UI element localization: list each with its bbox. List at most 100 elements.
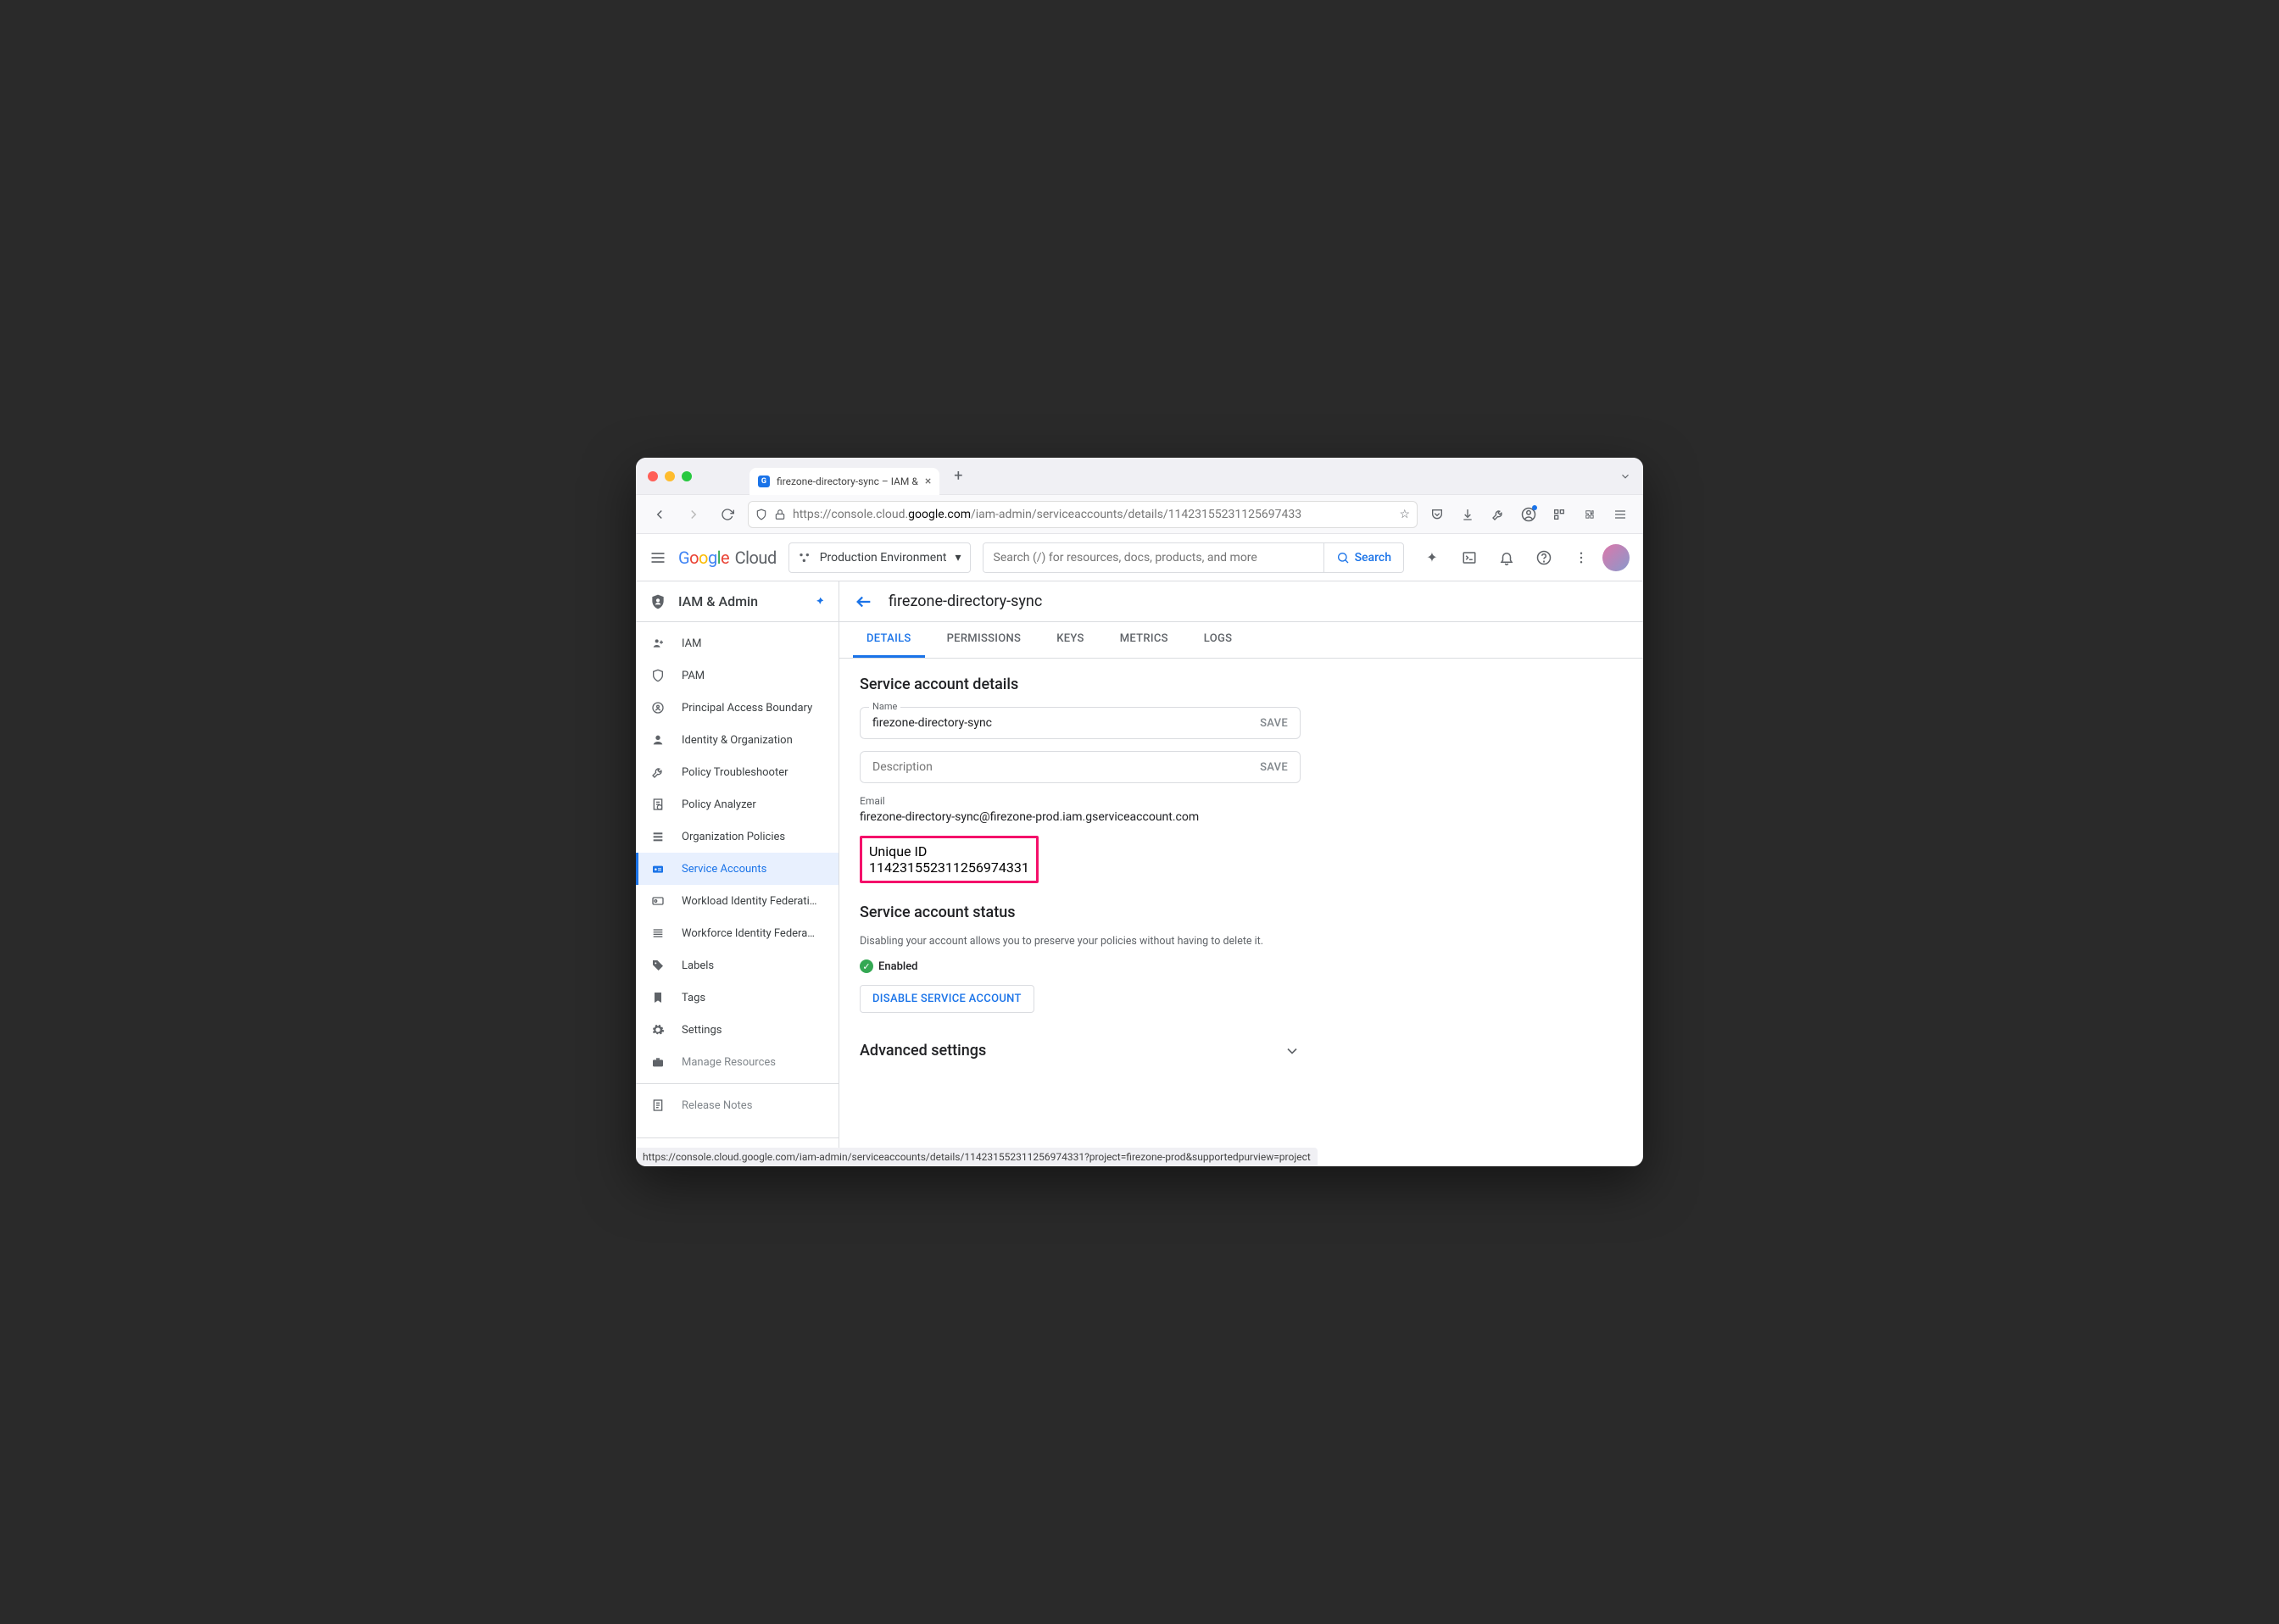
boundary-icon	[649, 701, 666, 715]
sidebar-header[interactable]: IAM & Admin	[636, 581, 839, 622]
status-description: Disabling your account allows you to pre…	[860, 935, 1623, 948]
pocket-icon[interactable]	[1424, 502, 1450, 527]
check-icon: ✓	[860, 959, 873, 973]
workforce-icon	[649, 926, 666, 940]
notes-icon	[649, 1098, 666, 1112]
back-button[interactable]	[646, 501, 673, 528]
sidebar-item-workload-identity[interactable]: Workload Identity Federati…	[636, 885, 839, 917]
sidebar-item-release-notes[interactable]: Release Notes	[636, 1089, 839, 1121]
tab-keys[interactable]: KEYS	[1043, 622, 1097, 658]
tab-title: firezone-directory-sync – IAM &	[777, 476, 918, 487]
back-arrow-icon[interactable]	[855, 592, 873, 611]
cloud-shell-icon[interactable]	[1453, 542, 1485, 574]
email-block: Email firezone-directory-sync@firezone-p…	[860, 795, 1623, 824]
browser-toolbar: https://console.cloud.google.com/iam-adm…	[636, 495, 1643, 534]
bookmark-star-icon[interactable]: ☆	[1399, 508, 1410, 521]
person-add-icon	[649, 637, 666, 650]
close-window-icon[interactable]	[648, 471, 658, 481]
sidebar-item-identity-organization[interactable]: Identity & Organization	[636, 724, 839, 756]
address-bar[interactable]: https://console.cloud.google.com/iam-adm…	[748, 501, 1418, 528]
tag-icon	[649, 959, 666, 972]
devtools-icon[interactable]	[1485, 502, 1511, 527]
more-icon[interactable]	[1565, 542, 1597, 574]
tab-logs[interactable]: LOGS	[1190, 622, 1246, 658]
new-tab-button[interactable]: +	[946, 464, 970, 488]
main-panel: firezone-directory-sync DETAILS PERMISSI…	[839, 581, 1643, 1166]
details-content: Service account details Name SAVE SAVE E…	[839, 659, 1643, 1166]
sidebar-item-labels[interactable]: Labels	[636, 949, 839, 982]
name-field: Name SAVE	[860, 707, 1301, 739]
puzzle-icon[interactable]	[1577, 502, 1602, 527]
unique-id-label: Unique ID	[869, 843, 1029, 859]
enabled-indicator: ✓ Enabled	[860, 959, 1623, 973]
description-input[interactable]	[872, 760, 1260, 774]
search-input[interactable]	[983, 543, 1323, 572]
browser-window: G firezone-directory-sync – IAM & × + ht…	[636, 458, 1643, 1166]
email-value: firezone-directory-sync@firezone-prod.ia…	[860, 810, 1623, 824]
google-cloud-logo[interactable]: Google Cloud	[678, 548, 777, 568]
description-save-button[interactable]: SAVE	[1260, 761, 1288, 774]
sidebar-item-policy-analyzer[interactable]: Policy Analyzer	[636, 788, 839, 820]
tab-close-icon[interactable]: ×	[925, 475, 931, 488]
sidebar-item-service-accounts[interactable]: Service Accounts	[636, 853, 839, 885]
sidebar-item-workforce-identity[interactable]: Workforce Identity Federa…	[636, 917, 839, 949]
tab-permissions[interactable]: PERMISSIONS	[933, 622, 1035, 658]
bookmark-icon	[649, 991, 666, 1004]
lock-icon	[774, 509, 786, 520]
pin-icon[interactable]	[813, 596, 825, 608]
browser-tab-strip: G firezone-directory-sync – IAM & × +	[636, 458, 1643, 495]
name-input[interactable]	[872, 716, 1260, 730]
unique-id-value: 114231552311256974331	[869, 859, 1029, 876]
tabs-dropdown-icon[interactable]	[1619, 470, 1631, 482]
account-icon[interactable]	[1516, 502, 1541, 527]
notifications-icon[interactable]	[1491, 542, 1523, 574]
unique-id-block: Unique ID 114231552311256974331	[860, 836, 1039, 883]
extensions-icon[interactable]	[1546, 502, 1572, 527]
disable-service-account-button[interactable]: DISABLE SERVICE ACCOUNT	[860, 985, 1034, 1013]
description-field: SAVE	[860, 751, 1301, 783]
briefcase-icon	[649, 1055, 666, 1069]
dropdown-icon: ▾	[955, 551, 961, 565]
sidebar-item-manage-resources[interactable]: Manage Resources	[636, 1046, 839, 1078]
sidebar-item-tags[interactable]: Tags	[636, 982, 839, 1014]
page-title: firezone-directory-sync	[889, 592, 1042, 610]
sidebar-list: IAM PAM Principal Access Boundary Identi…	[636, 622, 839, 1137]
download-icon[interactable]	[1455, 502, 1480, 527]
advanced-settings-row[interactable]: Advanced settings	[860, 1042, 1301, 1059]
window-controls[interactable]	[648, 471, 692, 481]
nav-menu-icon[interactable]	[649, 549, 666, 566]
project-picker[interactable]: Production Environment ▾	[788, 542, 971, 573]
project-name: Production Environment	[820, 551, 947, 565]
sidebar-item-principal-access-boundary[interactable]: Principal Access Boundary	[636, 692, 839, 724]
service-account-icon	[649, 862, 666, 876]
tab-details[interactable]: DETAILS	[853, 622, 925, 658]
gemini-icon[interactable]: ✦	[1416, 542, 1448, 574]
name-save-button[interactable]: SAVE	[1260, 717, 1288, 730]
menu-icon[interactable]	[1608, 502, 1633, 527]
forward-button[interactable]	[680, 501, 707, 528]
url-text: https://console.cloud.google.com/iam-adm…	[793, 508, 1301, 521]
project-icon	[798, 551, 811, 565]
sidebar-item-organization-policies[interactable]: Organization Policies	[636, 820, 839, 853]
help-icon[interactable]	[1528, 542, 1560, 574]
wrench-icon	[649, 765, 666, 779]
person-icon	[649, 733, 666, 747]
tab-metrics[interactable]: METRICS	[1106, 622, 1182, 658]
main-tabs: DETAILS PERMISSIONS KEYS METRICS LOGS	[839, 622, 1643, 659]
sidebar-item-settings[interactable]: Settings	[636, 1014, 839, 1046]
status-section: Service account status Disabling your ac…	[860, 904, 1623, 1013]
search-button[interactable]: Search	[1323, 543, 1403, 572]
reload-button[interactable]	[714, 501, 741, 528]
details-heading: Service account details	[860, 676, 1623, 693]
gcp-search: Search	[983, 542, 1405, 573]
user-avatar[interactable]	[1602, 544, 1630, 571]
tab-favicon: G	[758, 476, 770, 487]
browser-tab[interactable]: G firezone-directory-sync – IAM & ×	[749, 468, 939, 495]
maximize-window-icon[interactable]	[682, 471, 692, 481]
shield-icon	[649, 669, 666, 682]
workload-icon	[649, 894, 666, 908]
sidebar-item-iam[interactable]: IAM	[636, 627, 839, 659]
minimize-window-icon[interactable]	[665, 471, 675, 481]
sidebar-item-policy-troubleshooter[interactable]: Policy Troubleshooter	[636, 756, 839, 788]
sidebar-item-pam[interactable]: PAM	[636, 659, 839, 692]
